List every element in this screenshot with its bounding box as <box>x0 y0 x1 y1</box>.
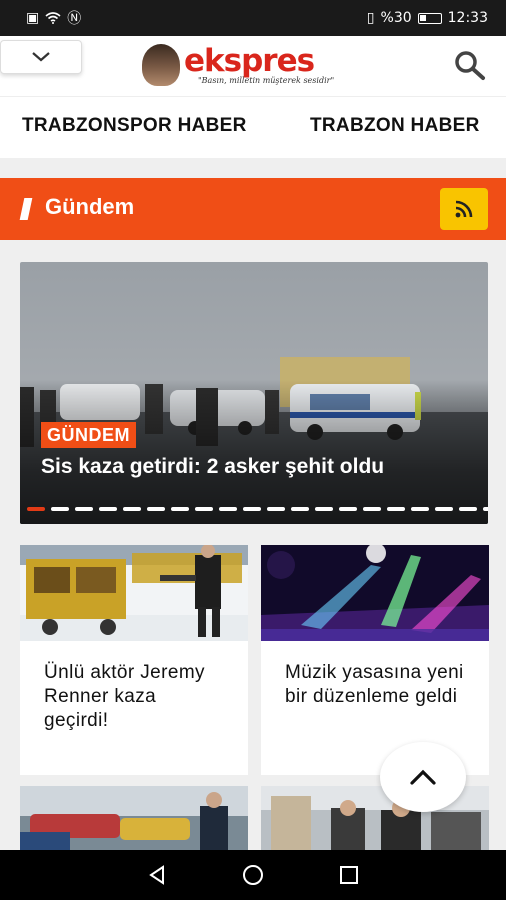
slider-dot[interactable] <box>459 507 477 511</box>
slider-dot[interactable] <box>267 507 285 511</box>
clock: 12:33 <box>447 10 488 26</box>
slider-dot[interactable] <box>147 507 165 511</box>
hero-title[interactable]: Sis kaza getirdi: 2 asker şehit oldu <box>41 455 384 479</box>
logo-name: ekspres <box>184 42 315 79</box>
status-icons-right: ▯ %30 12:33 <box>367 10 488 26</box>
wifi-icon <box>45 12 61 24</box>
section-marker <box>19 198 33 220</box>
home-icon[interactable] <box>241 863 265 887</box>
scroll-to-top-button[interactable] <box>380 742 466 812</box>
news-card[interactable]: Müzik yasasına yeni bir düzenleme geldi <box>261 543 489 775</box>
slider-dot[interactable] <box>483 507 488 511</box>
slider-dot[interactable] <box>195 507 213 511</box>
rss-icon <box>455 200 473 218</box>
status-icons-left: ▣ Ⓝ <box>26 8 81 28</box>
news-card[interactable]: Ünlü aktör Jeremy Renner kaza geçirdi! <box>20 544 248 775</box>
status-bar: ▣ Ⓝ ▯ %30 12:33 <box>0 0 506 36</box>
slider-dot[interactable] <box>123 507 141 511</box>
system-nav-bar <box>0 850 506 900</box>
category-nav: TRABZONSPOR HABER TRABZON HABER <box>0 96 506 158</box>
search-icon <box>455 51 485 80</box>
nfc-icon: Ⓝ <box>67 11 82 27</box>
slider-pagination <box>27 507 488 511</box>
chevron-up-icon <box>410 769 436 785</box>
nav-item-trabzon-haber[interactable]: TRABZON HABER <box>310 115 480 137</box>
chevron-down-icon <box>32 52 50 62</box>
slider-dot[interactable] <box>171 507 189 511</box>
news-card-image <box>20 544 248 641</box>
slider-dot[interactable] <box>435 507 453 511</box>
news-card-title[interactable]: Ünlü aktör Jeremy Renner kaza geçirdi! <box>20 641 248 733</box>
vibrate-icon: ▯ <box>366 10 375 26</box>
slider-dot[interactable] <box>339 507 357 511</box>
news-card[interactable] <box>20 786 248 850</box>
slider-dot[interactable] <box>411 507 429 511</box>
hero-overlay <box>20 262 488 524</box>
section-header: Gündem <box>0 178 506 240</box>
slider-dot[interactable] <box>315 507 333 511</box>
slider-dot[interactable] <box>27 507 45 511</box>
section-title: Gündem <box>45 194 135 219</box>
search-button[interactable] <box>452 48 488 82</box>
nav-item-trabzonspor-haber[interactable]: TRABZONSPOR HABER <box>22 115 247 137</box>
rss-button[interactable] <box>440 188 488 230</box>
menu-toggle-button[interactable] <box>0 40 82 74</box>
slider-dot[interactable] <box>243 507 261 511</box>
slider-dot[interactable] <box>75 507 93 511</box>
news-card-title[interactable]: Müzik yasasına yeni bir düzenleme geldi <box>261 641 489 709</box>
battery-icon <box>417 12 442 24</box>
logo-text: ekspres "Basın, milletin müşterek sesidi… <box>184 42 335 85</box>
recents-icon[interactable] <box>338 864 360 886</box>
notification-icon: ▣ <box>26 10 40 26</box>
slider-dot[interactable] <box>219 507 237 511</box>
news-card-image <box>20 786 248 850</box>
back-icon[interactable] <box>146 864 168 886</box>
app-header: ekspres "Basın, milletin müşterek sesidi… <box>0 36 506 96</box>
slider-dot[interactable] <box>387 507 405 511</box>
hero-category-badge[interactable]: GÜNDEM <box>41 422 136 448</box>
slider-dot[interactable] <box>363 507 381 511</box>
news-card-image <box>261 543 489 641</box>
logo-tagline: "Basın, milletin müşterek sesidir" <box>198 75 335 85</box>
slider-dot[interactable] <box>291 507 309 511</box>
site-logo[interactable]: ekspres "Basın, milletin müşterek sesidi… <box>142 40 342 90</box>
hero-slider[interactable]: GÜNDEM Sis kaza getirdi: 2 asker şehit o… <box>20 262 488 524</box>
battery-percent: %30 <box>380 10 412 26</box>
slider-dot[interactable] <box>99 507 117 511</box>
logo-portrait <box>142 44 180 86</box>
slider-dot[interactable] <box>51 507 69 511</box>
